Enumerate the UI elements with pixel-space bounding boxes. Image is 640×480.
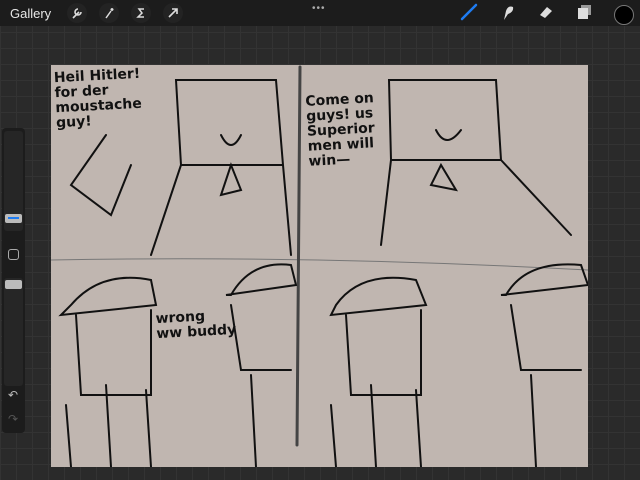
- undo-icon[interactable]: ↶: [8, 388, 18, 402]
- opacity-slider[interactable]: [4, 278, 23, 386]
- top-toolbar: Gallery •••: [0, 0, 640, 26]
- speech-bubble-text-1: Heil Hitler! for der moustache guy!: [53, 65, 143, 132]
- selection-icon[interactable]: [131, 3, 152, 23]
- wrench-icon[interactable]: [67, 3, 88, 23]
- eraser-icon[interactable]: [538, 4, 554, 25]
- opacity-handle[interactable]: [5, 280, 22, 289]
- brush-size-handle[interactable]: [5, 214, 22, 223]
- modify-button[interactable]: [8, 249, 19, 260]
- redo-icon[interactable]: ↷: [8, 412, 18, 426]
- drawing-canvas[interactable]: Heil Hitler! for der moustache guy! Come…: [51, 65, 588, 467]
- magic-wand-icon[interactable]: [99, 3, 120, 23]
- speech-bubble-text-2: Come on guys! us Superior men will win—: [305, 90, 376, 170]
- speech-bubble-text-3: wrong ww buddy: [155, 308, 237, 343]
- brush-size-slider[interactable]: [4, 131, 23, 231]
- layers-icon[interactable]: [576, 4, 592, 25]
- color-picker-button[interactable]: [614, 4, 634, 25]
- smudge-icon[interactable]: [500, 3, 516, 26]
- sidebar: ↶ ↷: [2, 128, 25, 433]
- more-options-button[interactable]: •••: [312, 3, 326, 14]
- move-arrow-icon[interactable]: [163, 3, 184, 23]
- brush-icon[interactable]: [460, 3, 478, 26]
- gallery-button[interactable]: Gallery: [10, 6, 51, 21]
